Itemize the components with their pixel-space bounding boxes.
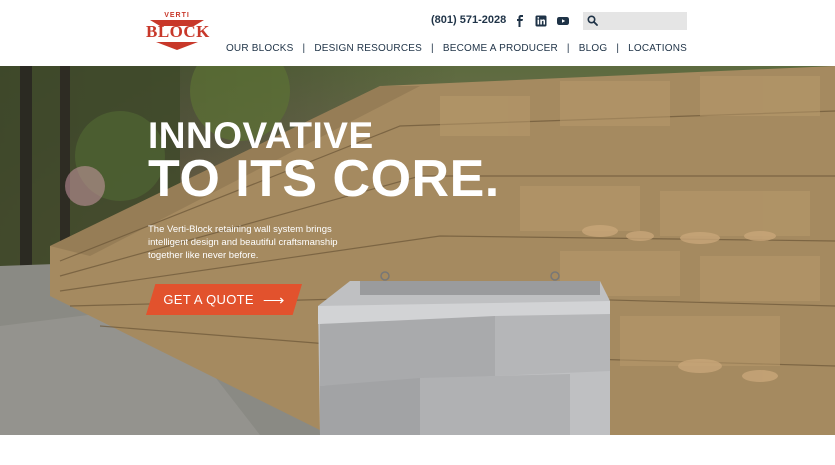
- hero-title-line2: TO ITS CORE.: [148, 150, 500, 208]
- phone-number[interactable]: (801) 571-2028: [431, 14, 506, 26]
- youtube-icon[interactable]: [556, 14, 569, 27]
- nav-blog[interactable]: BLOG: [579, 43, 608, 54]
- verti-block-logo[interactable]: VERTI BLOCK: [146, 12, 210, 50]
- linkedin-icon[interactable]: [534, 14, 547, 27]
- site-header: VERTI BLOCK (801) 571-2028 OUR BLOCKS | …: [0, 0, 835, 66]
- get-a-quote-button[interactable]: GET A QUOTE ⟶: [146, 284, 302, 315]
- arrow-right-icon: ⟶: [262, 291, 285, 309]
- below-hero-strip: [0, 435, 835, 465]
- nav-separator: |: [302, 43, 306, 54]
- nav-our-blocks[interactable]: OUR BLOCKS: [226, 43, 294, 54]
- nav-become-a-producer[interactable]: BECOME A PRODUCER: [443, 43, 558, 54]
- hero-description: The Verti-Block retaining wall system br…: [148, 224, 338, 261]
- facebook-icon[interactable]: [513, 14, 526, 27]
- main-nav: OUR BLOCKS | DESIGN RESOURCES | BECOME A…: [226, 43, 687, 54]
- logo-text-top: VERTI: [164, 12, 190, 19]
- nav-locations[interactable]: LOCATIONS: [628, 43, 687, 54]
- hero-title-line1: INNOVATIVE: [148, 115, 374, 156]
- cta-label: GET A QUOTE: [163, 292, 254, 307]
- nav-separator: |: [566, 43, 570, 54]
- search-icon[interactable]: [587, 15, 598, 26]
- logo-text-main: BLOCK: [146, 22, 210, 41]
- search-input[interactable]: [602, 12, 686, 30]
- hero-banner: INNOVATIVE TO ITS CORE. The Verti-Block …: [0, 66, 835, 435]
- nav-separator: |: [616, 43, 620, 54]
- nav-separator: |: [431, 43, 434, 54]
- nav-design-resources[interactable]: DESIGN RESOURCES: [314, 43, 422, 54]
- hero-wall-image: [0, 66, 835, 435]
